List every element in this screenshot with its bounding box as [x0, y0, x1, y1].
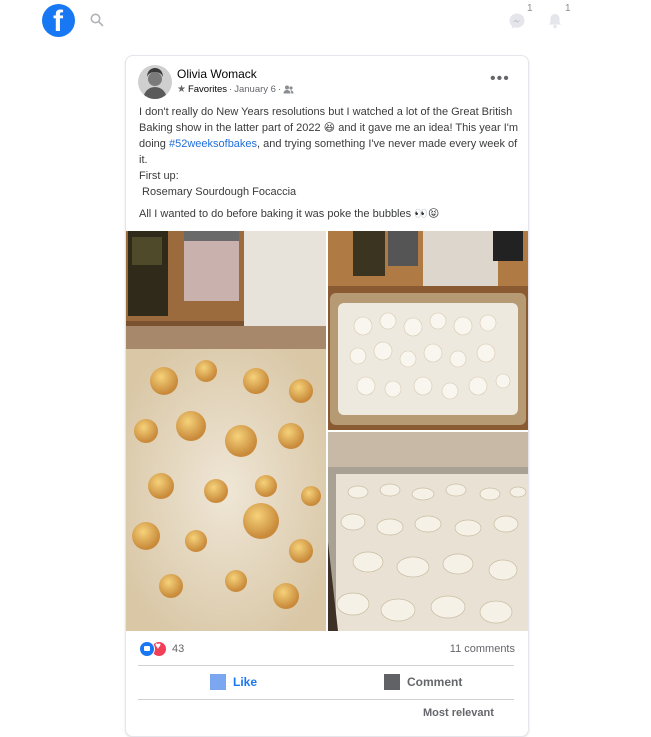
logo-letter: f	[53, 5, 63, 38]
comment-sort-dropdown[interactable]: Most relevant	[423, 707, 494, 719]
audience-list[interactable]: Favorites	[188, 84, 227, 95]
star-icon: ★	[177, 84, 186, 95]
post-date[interactable]: January 6	[234, 84, 276, 95]
photo-dough-side-view[interactable]	[328, 432, 528, 631]
like-label: Like	[233, 675, 258, 689]
text-segment: All I wanted to do before baking it was …	[139, 208, 415, 220]
messenger-badge: 1	[527, 3, 533, 14]
comment-icon	[384, 674, 400, 690]
meta-separator: ·	[277, 84, 282, 95]
friends-icon	[283, 85, 294, 94]
messenger-icon[interactable]	[508, 12, 526, 30]
comment-label: Comment	[407, 675, 463, 689]
more-options-button[interactable]: •••	[490, 70, 510, 88]
top-bar: f 1 1	[0, 0, 651, 42]
laughing-emoji: 😆	[323, 122, 336, 134]
like-icon	[210, 674, 226, 690]
reaction-count: 43	[172, 643, 185, 655]
post-text: I don't really do New Years resolutions …	[139, 104, 519, 222]
reaction-summary[interactable]: 43	[139, 641, 184, 657]
photo-grid	[126, 231, 528, 633]
post-paragraph: I don't really do New Years resolutions …	[139, 104, 519, 168]
bell-icon[interactable]	[546, 12, 564, 30]
like-reaction-icon	[139, 641, 155, 657]
photo-dough-in-pan[interactable]	[328, 231, 528, 430]
sort-label: Most relevant	[423, 707, 494, 719]
eyes-emoji: 👀😝	[414, 208, 440, 220]
comments-count-link[interactable]: 11 comments	[450, 643, 515, 655]
avatar[interactable]	[138, 65, 172, 99]
first-up-line: First up:	[139, 170, 179, 182]
search-icon[interactable]	[90, 13, 104, 27]
comment-button[interactable]: Comment	[384, 673, 462, 691]
author-name[interactable]: Olivia Womack	[177, 67, 257, 81]
post-card: Olivia Womack ★ Favorites · January 6 · …	[125, 55, 529, 737]
divider	[138, 699, 514, 700]
recipe-line: Rosemary Sourdough Focaccia	[139, 186, 297, 198]
photo-focaccia-closeup[interactable]	[126, 231, 326, 631]
facebook-logo-icon[interactable]: f	[42, 4, 75, 38]
hashtag-link[interactable]: #52weeksofbakes	[169, 138, 257, 150]
post-paragraph-2: All I wanted to do before baking it was …	[139, 206, 519, 222]
like-button[interactable]: Like	[210, 673, 257, 691]
divider	[138, 665, 514, 666]
post-meta: ★ Favorites · January 6 ·	[177, 84, 294, 95]
meta-separator: ·	[229, 84, 233, 95]
notifications-badge: 1	[565, 3, 571, 14]
